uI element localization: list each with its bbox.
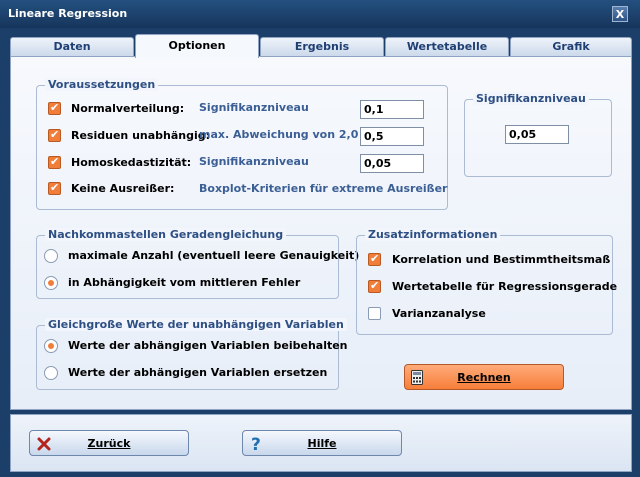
normalverteilung-label: Normalverteilung: bbox=[71, 102, 185, 115]
close-icon: X bbox=[615, 8, 625, 21]
maximale-anzahl-radio[interactable] bbox=[44, 249, 58, 263]
zurueck-label: Zurück bbox=[87, 437, 131, 450]
gleichgross-group: Gleichgroße Werte der unabhängigen Varia… bbox=[36, 318, 348, 390]
homoskedastizitaet-input[interactable] bbox=[360, 154, 424, 173]
homoskedastizitaet-label: Homoskedastizität: bbox=[71, 156, 192, 169]
signifikanz-group: Signifikanzniveau bbox=[464, 92, 612, 177]
korrelation-label: Korrelation und Bestimmtheitsmaß bbox=[392, 253, 611, 266]
normalverteilung-checkbox[interactable] bbox=[48, 101, 61, 115]
maximale-anzahl-label: maximale Anzahl (eventuell leere Genauig… bbox=[68, 249, 360, 262]
voraussetzungen-title: Voraussetzungen bbox=[45, 78, 159, 91]
rechnen-button[interactable]: Rechnen bbox=[404, 364, 564, 390]
hilfe-button[interactable]: ? Hilfe bbox=[242, 430, 402, 456]
nachkomma-title: Nachkommastellen Geradengleichung bbox=[45, 228, 287, 241]
tab-wertetabelle[interactable]: Wertetabelle bbox=[385, 37, 509, 57]
korrelation-checkbox[interactable] bbox=[368, 252, 381, 266]
ersetzen-radio[interactable] bbox=[44, 366, 58, 380]
tab-daten[interactable]: Daten bbox=[10, 37, 134, 57]
app-window: Lineare Regression X Daten Optionen Erge… bbox=[0, 0, 640, 477]
zurueck-button[interactable]: Zurück bbox=[29, 430, 189, 456]
window-title: Lineare Regression bbox=[8, 7, 128, 20]
normalverteilung-hint: Signifikanzniveau bbox=[199, 101, 309, 114]
wertetabelle-label: Wertetabelle für Regressionsgerade bbox=[392, 280, 618, 293]
tab-optionen[interactable]: Optionen bbox=[135, 34, 259, 58]
homoskedastizitaet-checkbox[interactable] bbox=[48, 155, 61, 169]
hilfe-label: Hilfe bbox=[307, 437, 337, 450]
tab-grafik[interactable]: Grafik bbox=[510, 37, 632, 57]
residuen-label: Residuen unabhängig: bbox=[71, 129, 211, 142]
beibehalten-label: Werte der abhängigen Variablen beibehalt… bbox=[68, 339, 348, 352]
abhaengigkeit-fehler-radio[interactable] bbox=[44, 276, 58, 290]
wertetabelle-checkbox[interactable] bbox=[368, 279, 381, 293]
ausreisser-hint: Boxplot-Kriterien für extreme Ausreißer bbox=[199, 182, 448, 195]
nachkomma-group: Nachkommastellen Geradengleichung maxima… bbox=[36, 228, 359, 299]
signifikanz-input[interactable] bbox=[505, 125, 569, 144]
signifikanz-title: Signifikanzniveau bbox=[473, 92, 589, 105]
zusatz-title: Zusatzinformationen bbox=[365, 228, 501, 241]
ausreisser-checkbox[interactable] bbox=[48, 181, 61, 195]
homoskedastizitaet-hint: Signifikanzniveau bbox=[199, 155, 309, 168]
options-panel: Voraussetzungen Normalverteilung: Signif… bbox=[10, 56, 632, 410]
residuen-hint: max. Abweichung von 2,0 bbox=[199, 128, 359, 141]
varianzanalyse-checkbox[interactable] bbox=[368, 307, 381, 320]
voraussetzungen-group: Voraussetzungen Normalverteilung: Signif… bbox=[36, 78, 448, 210]
rechnen-label: Rechnen bbox=[457, 371, 511, 384]
tab-ergebnis[interactable]: Ergebnis bbox=[260, 37, 384, 57]
gleichgross-title: Gleichgroße Werte der unabhängigen Varia… bbox=[45, 318, 347, 331]
normalverteilung-input[interactable] bbox=[360, 100, 424, 119]
ausreisser-label: Keine Ausreißer: bbox=[71, 182, 175, 195]
varianzanalyse-label: Varianzanalyse bbox=[392, 307, 486, 320]
bottom-bar: Zurück ? Hilfe bbox=[10, 414, 632, 472]
residuen-input[interactable] bbox=[360, 127, 424, 146]
close-button[interactable]: X bbox=[612, 6, 628, 22]
ersetzen-label: Werte der abhängigen Variablen ersetzen bbox=[68, 366, 328, 379]
abhaengigkeit-fehler-label: in Abhängigkeit vom mittleren Fehler bbox=[68, 276, 301, 289]
title-bar: Lineare Regression X bbox=[0, 0, 640, 28]
beibehalten-radio[interactable] bbox=[44, 339, 58, 353]
zusatz-group: Zusatzinformationen Korrelation und Best… bbox=[356, 228, 617, 335]
residuen-checkbox[interactable] bbox=[48, 128, 61, 142]
